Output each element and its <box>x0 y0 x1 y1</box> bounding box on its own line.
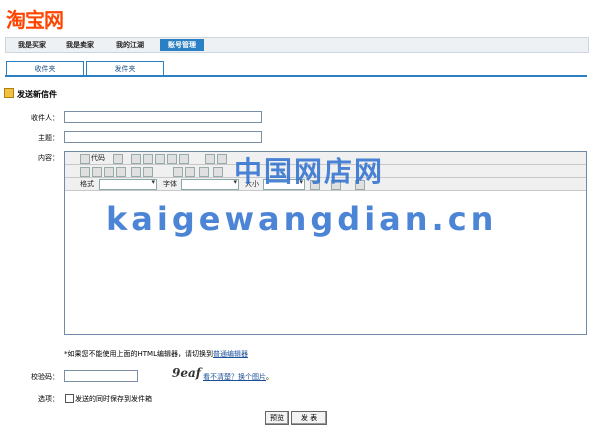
plain-editor-link[interactable]: 普通编辑器 <box>213 350 248 358</box>
subject-label: 主题： <box>38 134 59 142</box>
code-label: 代码 <box>91 154 105 162</box>
preview-button[interactable]: 预览 <box>265 411 289 425</box>
justify-icon[interactable] <box>116 167 126 177</box>
tab-buyer[interactable]: 我是买家 <box>10 39 54 51</box>
image-icon[interactable] <box>173 167 183 177</box>
watermark-url: kaigewangdian.cn <box>106 200 498 238</box>
align-left-icon[interactable] <box>80 167 90 177</box>
undo-icon[interactable] <box>205 154 215 164</box>
preview-icon[interactable] <box>113 154 123 164</box>
save-to-outbox-label: 发送的同时保存到发件箱 <box>75 395 152 403</box>
send-button[interactable]: 发 表 <box>291 411 327 425</box>
captcha-refresh-link[interactable]: 看不清楚？换个图片 <box>203 373 266 381</box>
captcha-label: 校验码： <box>31 373 59 381</box>
cut-icon[interactable] <box>131 154 141 164</box>
tab-seller[interactable]: 我是卖家 <box>58 39 102 51</box>
paste-text-icon[interactable] <box>167 154 177 164</box>
tab-jianghu[interactable]: 我的江湖 <box>108 39 152 51</box>
recipient-input[interactable] <box>64 111 262 123</box>
copy-icon[interactable] <box>143 154 153 164</box>
smiley-icon[interactable] <box>213 167 223 177</box>
save-to-outbox-checkbox[interactable] <box>65 394 74 403</box>
captcha-refresh: 看不清楚？换个图片。 <box>203 373 273 381</box>
font-label: 字体 <box>163 180 177 188</box>
bullet-list-icon[interactable] <box>143 167 153 177</box>
align-center-icon[interactable] <box>92 167 102 177</box>
tab-inbox[interactable]: 收件夹 <box>6 61 84 76</box>
format-label: 格式 <box>80 180 94 188</box>
numbered-list-icon[interactable] <box>131 167 141 177</box>
captcha-image: 9eaf <box>172 366 201 380</box>
taobao-logo[interactable]: 淘宝网 <box>6 4 64 33</box>
redo-icon[interactable] <box>217 154 227 164</box>
font-select[interactable] <box>181 178 239 190</box>
tab-outbox[interactable]: 发件夹 <box>86 61 164 76</box>
options-label: 选项： <box>38 395 59 403</box>
code-icon[interactable] <box>80 154 90 164</box>
watermark-title: 中国网店网 <box>234 155 385 188</box>
paste-icon[interactable] <box>155 154 165 164</box>
content-label: 内容： <box>38 154 59 162</box>
section-title: 发送新信件 <box>4 88 57 100</box>
format-select[interactable] <box>99 178 157 190</box>
captcha-input[interactable] <box>64 370 138 382</box>
recipient-label: 收件人： <box>31 114 59 122</box>
subtab-divider <box>5 75 587 77</box>
editor-note: *如果您不能使用上面的HTML编辑器，请切换到普通编辑器 <box>64 350 248 358</box>
align-right-icon[interactable] <box>104 167 114 177</box>
top-nav: 我是买家 我是卖家 我的江湖 账号管理 <box>5 37 589 53</box>
rule-icon[interactable] <box>199 167 209 177</box>
paste-word-icon[interactable] <box>179 154 189 164</box>
table-icon[interactable] <box>185 167 195 177</box>
mail-icon <box>4 88 14 98</box>
tab-account[interactable]: 账号管理 <box>160 39 204 51</box>
subject-input[interactable] <box>64 131 262 143</box>
